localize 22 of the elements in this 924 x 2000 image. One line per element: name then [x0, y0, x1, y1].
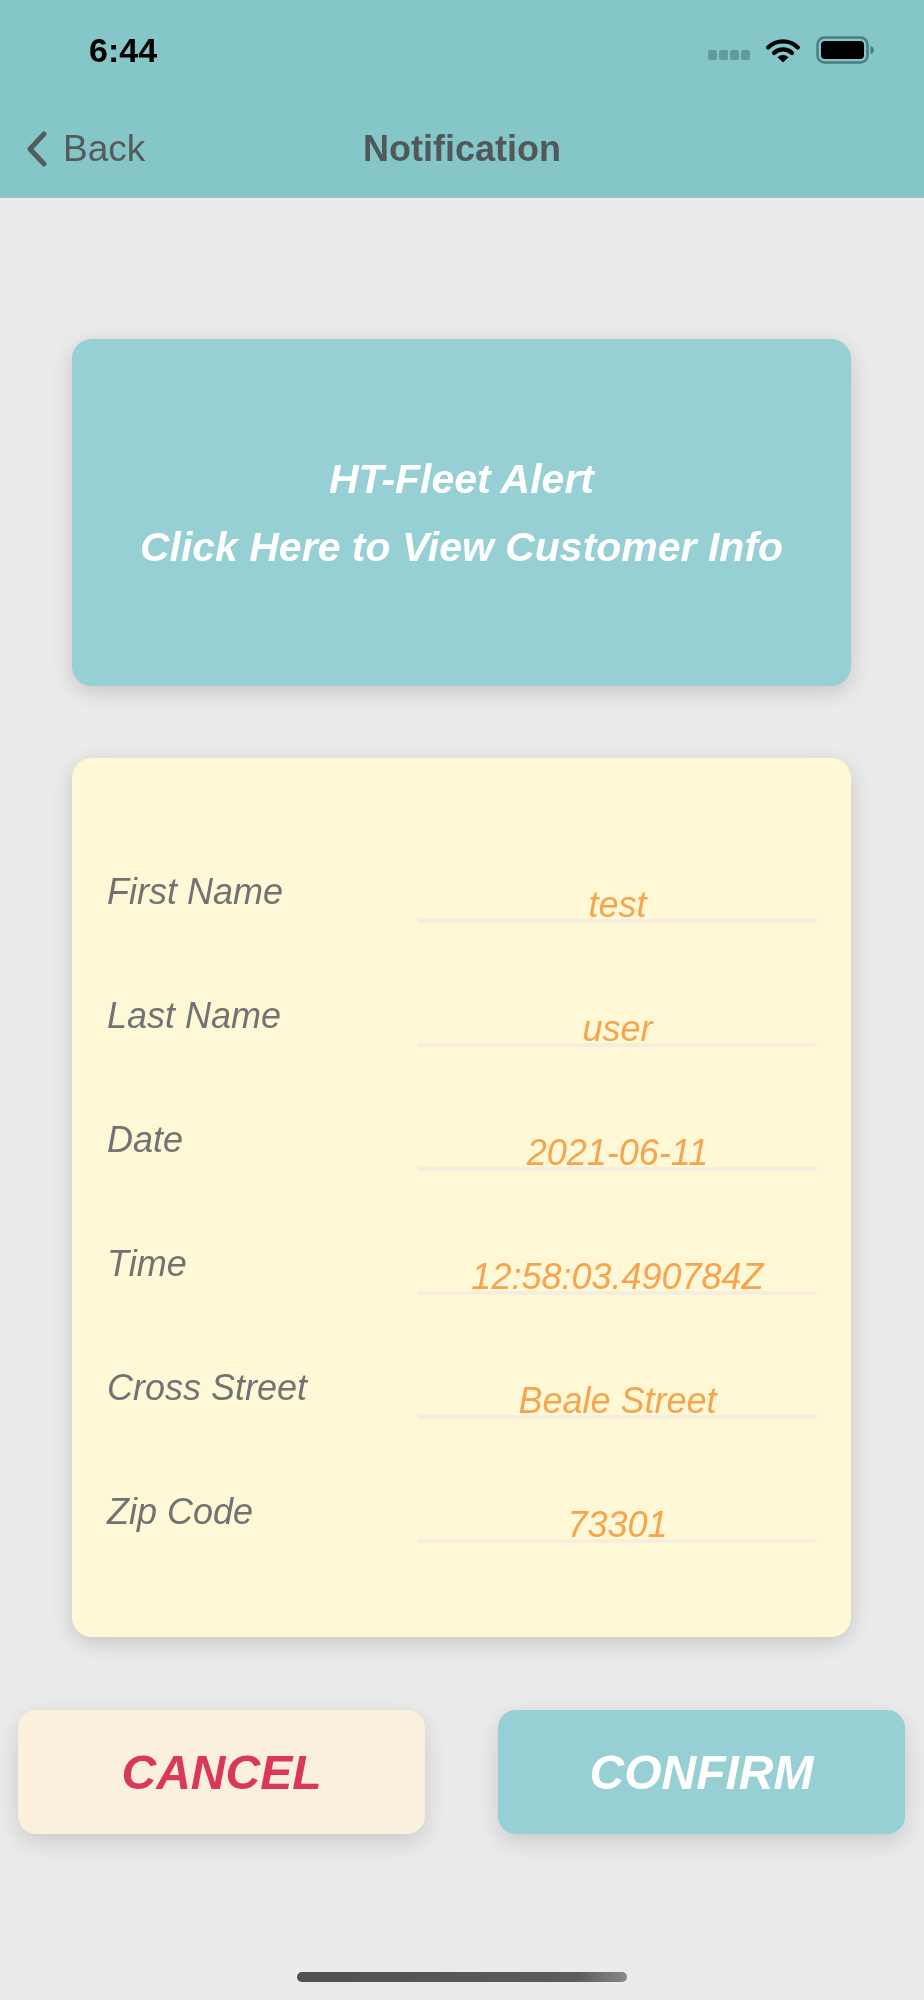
- cancel-button[interactable]: CANCEL: [18, 1710, 425, 1834]
- alert-banner[interactable]: HT-Fleet Alert Click Here to View Customer Info: [72, 339, 851, 686]
- nav-title: Notification: [363, 126, 561, 171]
- field-label: Last Name: [107, 996, 283, 1036]
- chevron-left-icon: [26, 130, 48, 167]
- field-label: Cross Street: [107, 1368, 310, 1408]
- wifi-icon: [766, 37, 800, 63]
- value-field[interactable]: 73301: [418, 1511, 817, 1543]
- value-field[interactable]: 2021-06-11: [418, 1139, 817, 1171]
- field-label: Date: [107, 1120, 185, 1160]
- back-button[interactable]: Back: [26, 126, 146, 171]
- field-label: Time: [107, 1244, 188, 1284]
- value-field[interactable]: Beale Street: [418, 1387, 817, 1419]
- field-label: Zip Code: [107, 1492, 255, 1532]
- value-field[interactable]: 12:58:03.490784Z: [418, 1263, 817, 1295]
- status-time: 6:44: [89, 30, 158, 70]
- confirm-button[interactable]: CONFIRM: [498, 1710, 905, 1834]
- signal-icon: [708, 50, 750, 60]
- value-field[interactable]: user: [418, 1015, 817, 1047]
- battery-icon: [816, 36, 874, 64]
- field-label: First Name: [107, 872, 284, 912]
- value-field[interactable]: test: [418, 891, 817, 923]
